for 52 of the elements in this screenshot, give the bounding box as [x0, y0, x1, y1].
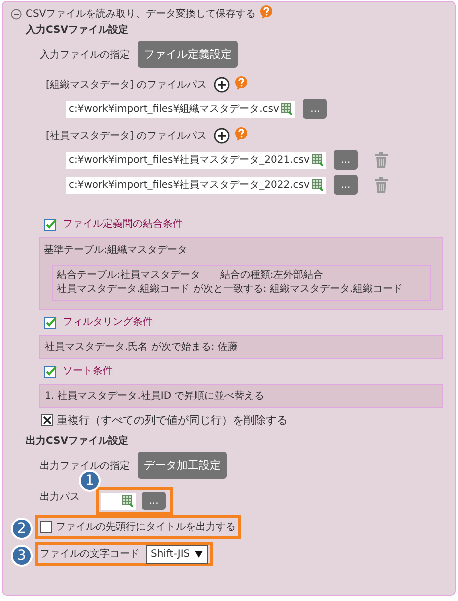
condition-title[interactable]: ソート条件	[63, 364, 113, 378]
join-type-text: 結合の種類:左外部結合	[220, 269, 324, 283]
callout-badge: 1	[79, 470, 101, 492]
join-table-text: 結合テーブル:社員マスタデータ	[57, 269, 200, 283]
section-heading: 出力CSVファイル設定	[26, 434, 130, 449]
path-field[interactable]: c:¥work¥import_files¥社員マスタデータ_2022.csv	[66, 176, 326, 194]
field-label: ファイルの文字コード	[40, 548, 140, 561]
add-icon[interactable]	[214, 128, 230, 144]
field-label: 入力ファイルの指定	[40, 48, 130, 62]
trash-icon[interactable]	[374, 152, 388, 168]
file-path-label: [組織マスタデータ] のファイルパス	[46, 78, 207, 92]
checked-note-icon[interactable]	[44, 364, 57, 378]
browse-button[interactable]: ...	[303, 99, 328, 119]
filter-condition-text: 社員マスタデータ.氏名 が次で始まる: 佐藤	[39, 335, 443, 359]
collapse-icon[interactable]	[11, 8, 22, 20]
file-definition-button[interactable]: ファイル定義設定	[138, 41, 238, 68]
encoding-dropdown[interactable]: Shift-JIS	[146, 544, 208, 564]
checkbox[interactable]	[41, 414, 53, 426]
browse-button[interactable]: ...	[334, 175, 358, 195]
path-field[interactable]: c:¥work¥import_files¥社員マスタデータ_2021.csv	[66, 152, 326, 168]
condition-title[interactable]: フィルタリング条件	[63, 315, 153, 329]
checked-note-icon[interactable]	[44, 316, 57, 328]
field-label: 出力パス	[40, 490, 81, 504]
sort-condition-text: 1. 社員マスタデータ.社員ID で昇順に並べ替える	[39, 384, 443, 408]
path-field[interactable]	[101, 492, 136, 510]
spreadsheet-icon[interactable]	[312, 179, 324, 191]
checkbox-label[interactable]: ファイルの先頭行にタイトルを出力する	[56, 520, 236, 534]
callout-badge: 2	[11, 518, 33, 540]
checkbox-label[interactable]: 重複行（すべての列で値が同じ行）を削除する	[57, 412, 288, 428]
spreadsheet-icon[interactable]	[312, 154, 324, 166]
spreadsheet-icon[interactable]	[122, 495, 134, 507]
checked-note-icon[interactable]	[44, 218, 57, 230]
base-table-text: 基準テーブル:組織マスタデータ	[44, 244, 188, 257]
data-processing-button[interactable]: データ加工設定	[138, 452, 227, 479]
browse-button[interactable]: ...	[334, 150, 358, 170]
spreadsheet-icon[interactable]	[281, 103, 294, 115]
add-icon[interactable]	[214, 77, 230, 93]
field-label: 出力ファイルの指定	[40, 460, 130, 472]
condition-title[interactable]: ファイル定義間の結合条件	[63, 217, 183, 231]
file-path-label: [社員マスタデータ] のファイルパス	[46, 130, 207, 143]
help-icon[interactable]	[234, 127, 248, 141]
callout-badge: 3	[11, 545, 33, 567]
section-heading: 入力CSVファイル設定	[26, 23, 130, 38]
help-icon[interactable]	[260, 5, 274, 19]
trash-icon[interactable]	[374, 177, 388, 193]
browse-button[interactable]: ...	[142, 492, 166, 510]
dropdown-arrow-icon	[195, 550, 204, 558]
path-field[interactable]: c:¥work¥import_files¥組織マスタデータ.csv	[66, 100, 296, 118]
help-icon[interactable]	[234, 76, 248, 90]
section-title: CSVファイルを読み取り、データ変換して保存する	[26, 8, 256, 21]
checkbox[interactable]	[40, 521, 52, 533]
join-condition-text: 社員マスタデータ.組織コード が次と一致する: 組織マスタデータ.組織コード	[57, 283, 404, 297]
